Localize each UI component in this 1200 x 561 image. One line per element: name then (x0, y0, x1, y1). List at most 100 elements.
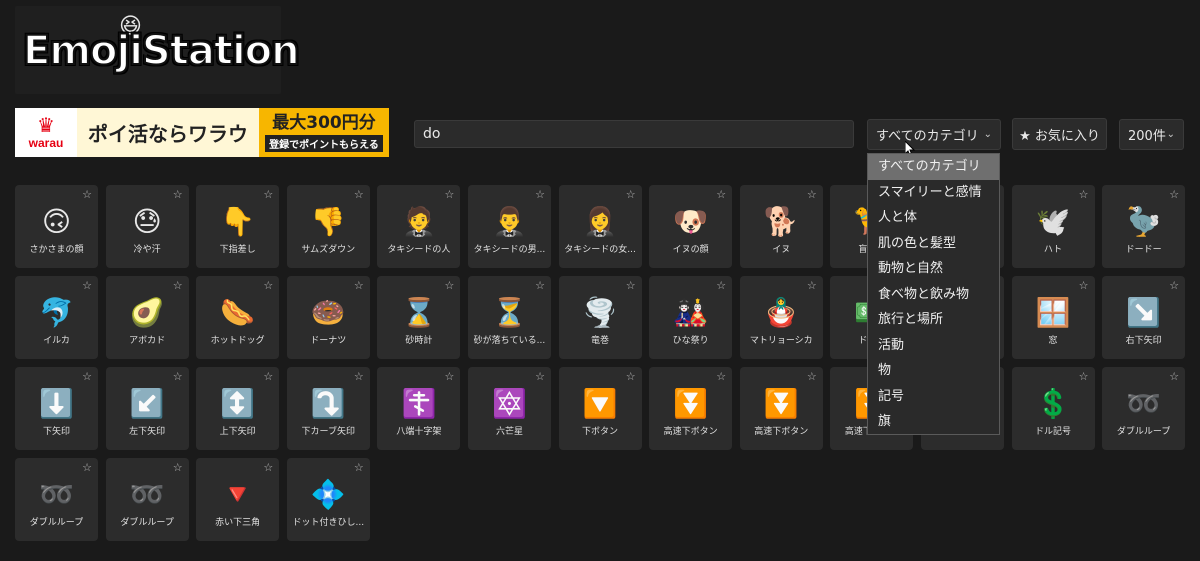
category-select[interactable]: すべてのカテゴリ ⌄ (867, 119, 1001, 150)
emoji-card[interactable]: ☆ ↘️ 右下矢印 (1102, 276, 1186, 359)
emoji-label: 右下矢印 (1125, 335, 1162, 346)
category-option[interactable]: 記号 (868, 384, 999, 410)
favorite-star-icon[interactable]: ☆ (82, 370, 92, 383)
emoji-card[interactable]: ☆ 🔻 赤い下三角 (196, 458, 280, 541)
emoji-glyph: ⌛ (401, 295, 437, 329)
emoji-card[interactable]: ☆ ⬇️ 下矢印 (15, 367, 98, 450)
emoji-card[interactable]: ☆ 🪆 マトリョーシカ (739, 276, 823, 359)
favorite-star-icon[interactable]: ☆ (626, 279, 636, 292)
emoji-card[interactable]: ☆ 😓 冷や汗 (105, 185, 189, 268)
emoji-card[interactable]: ☆ 🎎 ひな祭り (649, 276, 733, 359)
emoji-card[interactable]: ☆ ⤵️ 下カーブ矢印 (286, 367, 370, 450)
favorite-star-icon[interactable]: ☆ (716, 279, 726, 292)
emoji-card[interactable]: ☆ ↕️ 上下矢印 (196, 367, 280, 450)
favorite-star-icon[interactable]: ☆ (807, 279, 817, 292)
emoji-label: 砂が落ちている... (473, 335, 546, 346)
emoji-card[interactable]: ☆ 👎 サムズダウン (286, 185, 370, 268)
category-option[interactable]: 人と体 (868, 205, 999, 231)
count-select[interactable]: 200件 ⌄ (1119, 119, 1184, 150)
emoji-card[interactable]: ☆ ⏳ 砂が落ちている... (467, 276, 551, 359)
category-option[interactable]: 旅行と場所 (868, 307, 999, 333)
emoji-card[interactable]: ☆ ⌛ 砂時計 (377, 276, 461, 359)
favorite-star-icon[interactable]: ☆ (626, 188, 636, 201)
emoji-card[interactable]: ☆ 🌪️ 竜巻 (558, 276, 642, 359)
category-option[interactable]: 肌の色と髪型 (868, 231, 999, 257)
emoji-card[interactable]: ☆ 🔽 下ボタン (558, 367, 642, 450)
favorite-star-icon[interactable]: ☆ (1169, 370, 1179, 383)
favorite-star-icon[interactable]: ☆ (807, 370, 817, 383)
favorite-star-icon[interactable]: ☆ (535, 370, 545, 383)
ad-banner[interactable]: ♛ warau ポイ活ならワラウ 最大300円分 登録でポイントもらえる (15, 108, 389, 157)
favorite-star-icon[interactable]: ☆ (173, 188, 183, 201)
emoji-grid: ☆ 🙃 さかさまの顔 ☆ 😓 冷や汗 ☆ 👇 下指差し ☆ 👎 サムズダウン ☆ 🤵 タキシードの人 ☆ 🤵‍♂… (15, 185, 1186, 541)
category-option[interactable]: すべてのカテゴリ (868, 154, 999, 180)
emoji-card[interactable]: ☆ 🪟 窓 (1011, 276, 1095, 359)
emoji-card[interactable]: ☆ ⏬ 高速下ボタン (649, 367, 733, 450)
category-option[interactable]: 動物と自然 (868, 256, 999, 282)
emoji-card[interactable]: ☆ 🐶 イヌの顔 (649, 185, 733, 268)
emoji-card[interactable]: ☆ ↙️ 左下矢印 (105, 367, 189, 450)
favorite-star-icon[interactable]: ☆ (445, 188, 455, 201)
favorite-star-icon[interactable]: ☆ (535, 279, 545, 292)
favorite-star-icon[interactable]: ☆ (1169, 279, 1179, 292)
favorite-star-icon[interactable]: ☆ (354, 370, 364, 383)
favorite-star-icon[interactable]: ☆ (445, 279, 455, 292)
emoji-glyph: ⏬ (673, 386, 709, 420)
emoji-card[interactable]: ☆ 🦤 ドードー (1102, 185, 1186, 268)
category-option[interactable]: 活動 (868, 333, 999, 359)
favorite-star-icon[interactable]: ☆ (82, 188, 92, 201)
emoji-card[interactable]: ☆ 💲 ドル記号 (1011, 367, 1095, 450)
favorite-star-icon[interactable]: ☆ (173, 279, 183, 292)
favorite-star-icon[interactable]: ☆ (535, 188, 545, 201)
category-option[interactable]: スマイリーと感情 (868, 180, 999, 206)
favorite-star-icon[interactable]: ☆ (1079, 279, 1089, 292)
favorite-star-icon[interactable]: ☆ (716, 188, 726, 201)
emoji-card[interactable]: ☆ ➿ ダブルループ (15, 458, 98, 541)
favorite-star-icon[interactable]: ☆ (263, 279, 273, 292)
emoji-card[interactable]: ☆ 🤵‍♂️ タキシードの男... (467, 185, 551, 268)
favorite-star-icon[interactable]: ☆ (263, 370, 273, 383)
emoji-card[interactable]: ☆ 🍩 ドーナツ (286, 276, 370, 359)
emoji-label: ドーナツ (310, 335, 347, 346)
emoji-card[interactable]: ☆ ⏬ 高速下ボタン (739, 367, 823, 450)
favorite-star-icon[interactable]: ☆ (354, 461, 364, 474)
emoji-glyph: ➿ (1126, 386, 1162, 420)
favorite-star-icon[interactable]: ☆ (1169, 188, 1179, 201)
favorite-star-icon[interactable]: ☆ (354, 188, 364, 201)
emoji-card[interactable]: ☆ 🐬 イルカ (15, 276, 98, 359)
emoji-card[interactable]: ☆ 🤵 タキシードの人 (377, 185, 461, 268)
favorite-star-icon[interactable]: ☆ (173, 370, 183, 383)
emoji-card[interactable]: ☆ 🕊️ ハト (1011, 185, 1095, 268)
category-option[interactable]: 食べ物と飲み物 (868, 282, 999, 308)
search-input[interactable] (414, 120, 854, 148)
favorite-star-icon[interactable]: ☆ (1079, 370, 1089, 383)
emoji-card[interactable]: ☆ 🐕 イヌ (739, 185, 823, 268)
category-option[interactable]: 旗 (868, 409, 999, 435)
emoji-card[interactable]: ☆ 🤵‍♀️ タキシードの女... (558, 185, 642, 268)
emoji-label: 八端十字架 (396, 426, 442, 437)
emoji-card[interactable]: ☆ 🥑 アボカド (105, 276, 189, 359)
favorite-star-icon[interactable]: ☆ (82, 461, 92, 474)
favorite-star-icon[interactable]: ☆ (173, 461, 183, 474)
favorite-star-icon[interactable]: ☆ (263, 188, 273, 201)
emoji-card[interactable]: ☆ ➿ ダブルループ (1102, 367, 1186, 450)
favorite-star-icon[interactable]: ☆ (445, 370, 455, 383)
favorite-star-icon[interactable]: ☆ (263, 461, 273, 474)
emoji-card[interactable]: ☆ 💠 ドット付きひし... (286, 458, 370, 541)
emoji-card[interactable]: ☆ 🙃 さかさまの顔 (15, 185, 98, 268)
favorite-star-icon[interactable]: ☆ (716, 370, 726, 383)
emoji-card[interactable]: ☆ 🌭 ホットドッグ (196, 276, 280, 359)
emoji-card[interactable]: ☆ ☦️ 八端十字架 (377, 367, 461, 450)
favorites-button[interactable]: ★ お気に入り (1012, 118, 1107, 150)
favorite-star-icon[interactable]: ☆ (626, 370, 636, 383)
favorite-star-icon[interactable]: ☆ (82, 279, 92, 292)
favorite-star-icon[interactable]: ☆ (807, 188, 817, 201)
emoji-card[interactable]: ☆ 👇 下指差し (196, 185, 280, 268)
emoji-label: 高速下ボタン (754, 426, 809, 437)
favorite-star-icon[interactable]: ☆ (354, 279, 364, 292)
emoji-card[interactable]: ☆ ➿ ダブルループ (105, 458, 189, 541)
category-option[interactable]: 物 (868, 358, 999, 384)
favorite-star-icon[interactable]: ☆ (1079, 188, 1089, 201)
emoji-card[interactable]: ☆ 🔯 六芒星 (467, 367, 551, 450)
site-logo[interactable]: 😆 EmojiStation (15, 6, 301, 94)
